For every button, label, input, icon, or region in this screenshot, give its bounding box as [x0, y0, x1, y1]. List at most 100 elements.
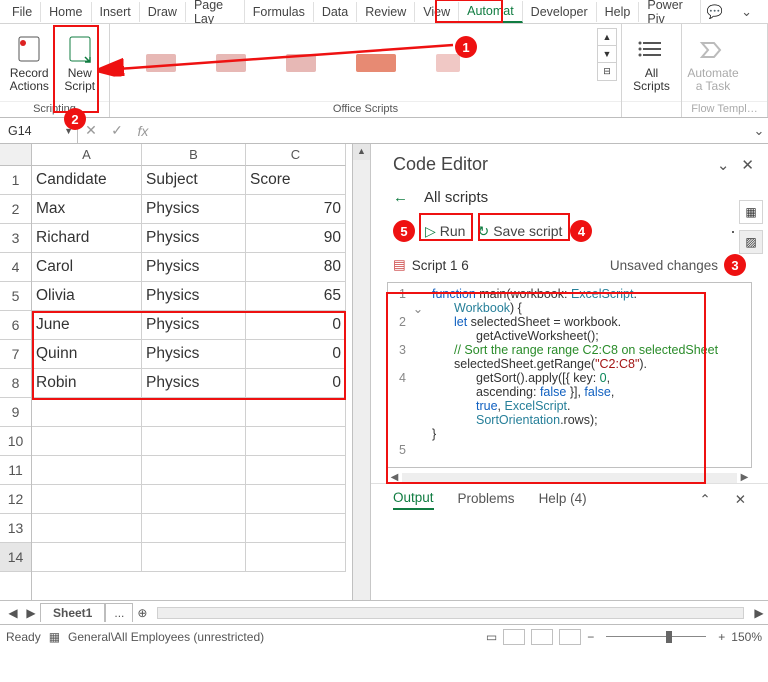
problems-tab[interactable]: Problems: [458, 491, 515, 509]
cell[interactable]: [142, 514, 246, 543]
zoom-in-button[interactable]: +: [718, 630, 725, 644]
cell[interactable]: Max: [32, 195, 142, 224]
zoom-slider[interactable]: [606, 636, 706, 637]
code-editor-textarea[interactable]: 1 2 3 4 5 ⌄ function main(workbook: Exce…: [387, 282, 752, 468]
gallery-down-icon[interactable]: ▼: [598, 46, 616, 63]
cell[interactable]: 90: [246, 224, 346, 253]
col-header[interactable]: A: [32, 144, 142, 166]
cell[interactable]: Physics: [142, 195, 246, 224]
row-header[interactable]: 13: [0, 514, 31, 543]
cell[interactable]: Physics: [142, 282, 246, 311]
cell[interactable]: Physics: [142, 253, 246, 282]
row-header[interactable]: 12: [0, 485, 31, 514]
close-icon[interactable]: ✕: [741, 156, 754, 174]
rail-button-1[interactable]: ▦: [739, 200, 763, 224]
gallery-scroll[interactable]: ▲ ▼ ⊟: [597, 28, 617, 81]
scripts-gallery[interactable]: [116, 35, 591, 91]
row-header[interactable]: 2: [0, 195, 31, 224]
fx-button[interactable]: fx: [130, 123, 156, 139]
back-arrow-icon[interactable]: ←: [393, 189, 408, 206]
tab-data[interactable]: Data: [314, 2, 357, 22]
row-header[interactable]: 9: [0, 398, 31, 427]
cell[interactable]: Physics: [142, 369, 246, 398]
cell[interactable]: Physics: [142, 311, 246, 340]
cell[interactable]: [32, 543, 142, 572]
formula-bar-expand[interactable]: ⌄: [750, 123, 768, 139]
row-header[interactable]: 10: [0, 427, 31, 456]
cell[interactable]: Robin: [32, 369, 142, 398]
sheet-tab-overflow[interactable]: ...: [105, 603, 133, 622]
cell[interactable]: [32, 514, 142, 543]
grid-body[interactable]: CandidateSubjectScore MaxPhysics70 Richa…: [32, 166, 352, 572]
row-header[interactable]: 11: [0, 456, 31, 485]
tab-home[interactable]: Home: [41, 2, 91, 22]
cell[interactable]: Candidate: [32, 166, 142, 195]
normal-view-button[interactable]: [503, 629, 525, 645]
fold-gutter[interactable]: ⌄: [410, 283, 426, 467]
cell[interactable]: Quinn: [32, 340, 142, 369]
comments-button[interactable]: 💬: [701, 2, 729, 22]
tab-nav-prev[interactable]: ◀: [4, 606, 22, 620]
cell[interactable]: Score: [246, 166, 346, 195]
automate-task-button[interactable]: Automate a Task: [688, 35, 738, 92]
run-button[interactable]: ▷ Run: [425, 223, 465, 240]
cell[interactable]: 0: [246, 311, 346, 340]
cell[interactable]: [246, 456, 346, 485]
col-header[interactable]: C: [246, 144, 346, 166]
cell[interactable]: 0: [246, 369, 346, 398]
tab-help[interactable]: Help: [597, 2, 640, 22]
help-tab[interactable]: Help (4): [539, 491, 587, 509]
code-horizontal-scrollbar[interactable]: ◀ ▶: [387, 472, 752, 483]
scroll-up-icon[interactable]: ▲: [353, 144, 370, 160]
select-all-corner[interactable]: [0, 144, 31, 166]
cell[interactable]: [142, 427, 246, 456]
cell[interactable]: Physics: [142, 340, 246, 369]
cell[interactable]: [142, 543, 246, 572]
tab-insert[interactable]: Insert: [92, 2, 140, 22]
cell[interactable]: [246, 543, 346, 572]
scroll-left-icon[interactable]: ◀: [387, 472, 402, 483]
ribbon-display-options[interactable]: ⌄: [735, 2, 758, 22]
cell[interactable]: 80: [246, 253, 346, 282]
cell[interactable]: [32, 456, 142, 485]
new-script-button[interactable]: New Script: [57, 35, 104, 92]
cell[interactable]: Olivia: [32, 282, 142, 311]
add-sheet-button[interactable]: ⊕: [133, 606, 151, 620]
cell[interactable]: [142, 398, 246, 427]
cell[interactable]: [246, 485, 346, 514]
all-scripts-button[interactable]: All Scripts: [628, 35, 675, 92]
scroll-right-icon[interactable]: ▶: [750, 606, 768, 620]
close-icon[interactable]: ✕: [735, 492, 746, 508]
cell[interactable]: [142, 456, 246, 485]
accessibility-icon[interactable]: ▦: [49, 630, 60, 644]
row-header[interactable]: 3: [0, 224, 31, 253]
tab-file[interactable]: File: [4, 2, 41, 22]
vertical-scrollbar[interactable]: ▲: [352, 144, 370, 600]
output-tab[interactable]: Output: [393, 490, 434, 510]
tab-nav-next[interactable]: ▶: [22, 606, 40, 620]
row-header[interactable]: 5: [0, 282, 31, 311]
cell[interactable]: 0: [246, 340, 346, 369]
cell[interactable]: [32, 427, 142, 456]
page-layout-view-button[interactable]: [531, 629, 553, 645]
cell[interactable]: Physics: [142, 224, 246, 253]
cell[interactable]: [246, 398, 346, 427]
sheet-tab-sheet1[interactable]: Sheet1: [40, 603, 105, 622]
row-header[interactable]: 6: [0, 311, 31, 340]
record-actions-button[interactable]: Record Actions: [6, 35, 53, 92]
horizontal-scrollbar[interactable]: [157, 607, 744, 619]
scroll-right-icon[interactable]: ▶: [737, 472, 752, 483]
cell[interactable]: 70: [246, 195, 346, 224]
code-content[interactable]: function main(workbook: ExcelScript. Wor…: [426, 283, 751, 467]
cell[interactable]: Richard: [32, 224, 142, 253]
cell[interactable]: [246, 427, 346, 456]
tab-review[interactable]: Review: [357, 2, 415, 22]
zoom-out-button[interactable]: −: [587, 630, 594, 644]
all-scripts-link[interactable]: All scripts: [424, 189, 488, 206]
tab-draw[interactable]: Draw: [140, 2, 186, 22]
row-header[interactable]: 8: [0, 369, 31, 398]
cell[interactable]: [142, 485, 246, 514]
row-header[interactable]: 1: [0, 166, 31, 195]
display-settings-icon[interactable]: ▭: [486, 630, 497, 644]
tab-formulas[interactable]: Formulas: [245, 2, 314, 22]
